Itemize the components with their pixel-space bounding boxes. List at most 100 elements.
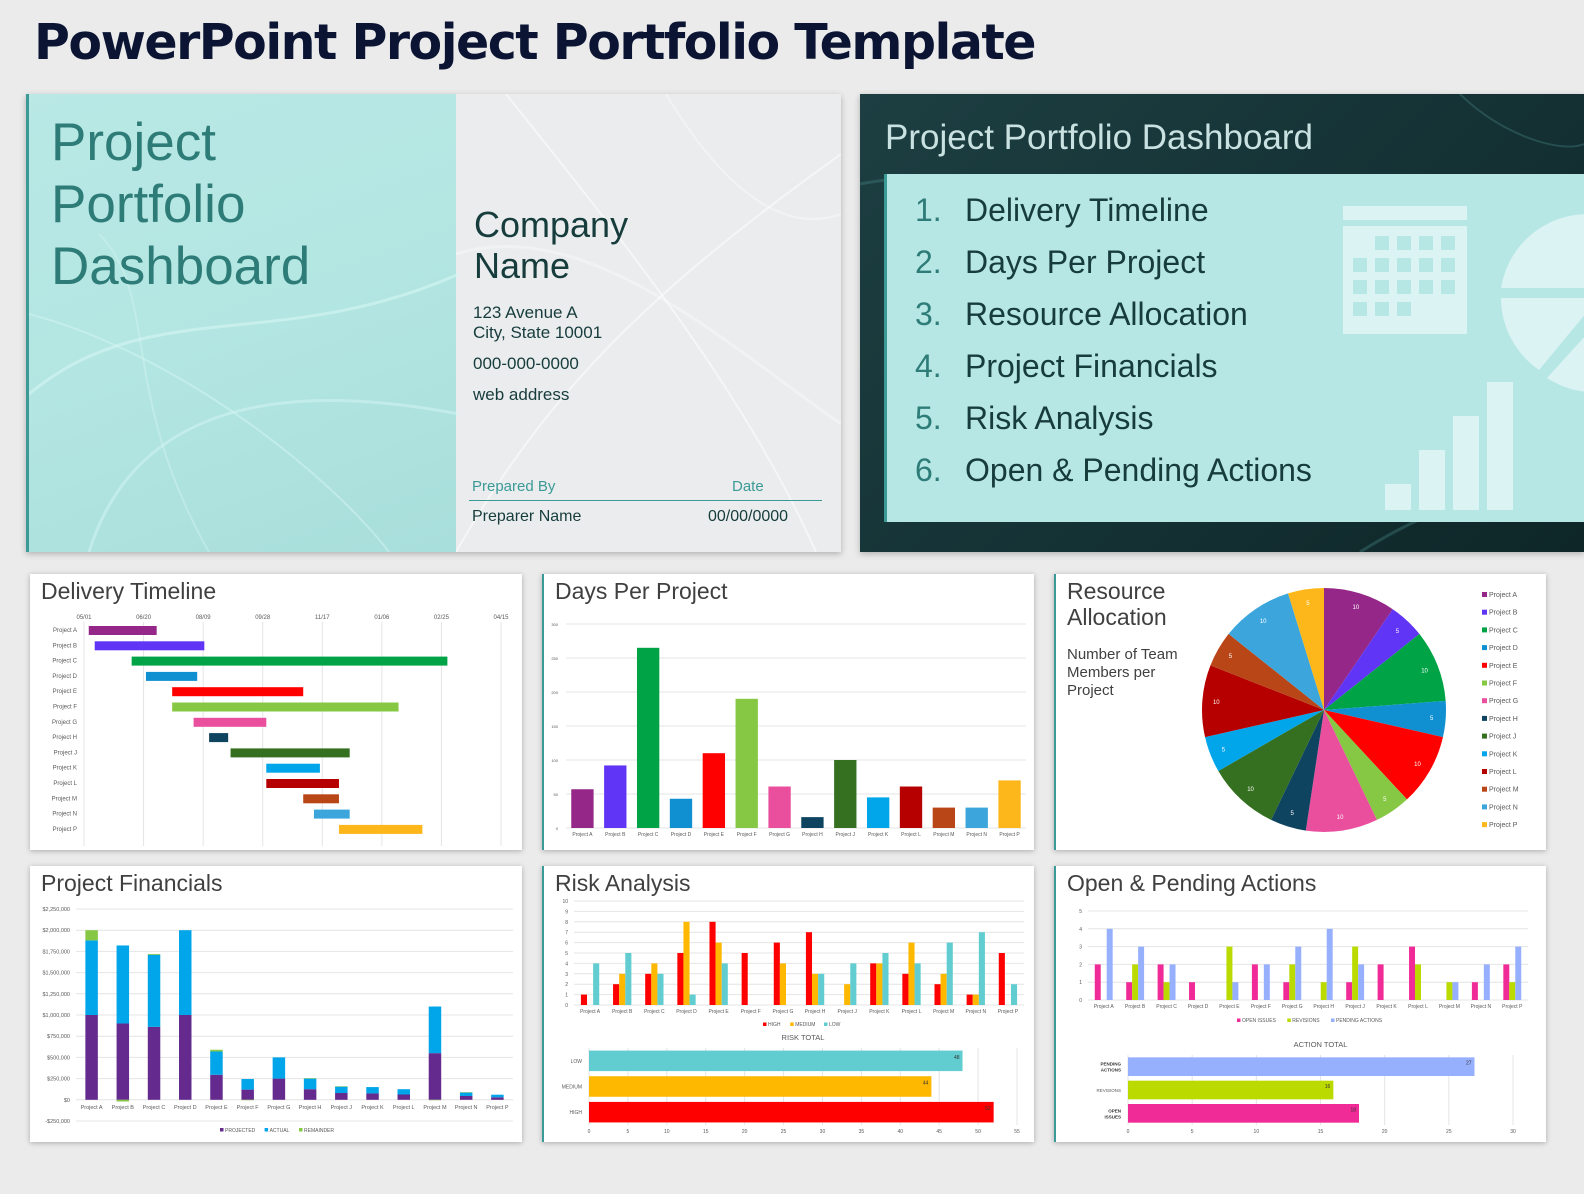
bar bbox=[818, 973, 825, 1005]
bar bbox=[1352, 946, 1359, 1000]
stacked-bar-segment bbox=[85, 940, 98, 1015]
agenda-item-delivery-timeline[interactable]: 1. Delivery Timeline bbox=[915, 192, 1209, 229]
x-tick-label: Project M bbox=[933, 1009, 954, 1015]
agenda-item-resource-allocation[interactable]: 3. Resource Allocation bbox=[915, 296, 1248, 333]
bar bbox=[1326, 928, 1333, 1000]
risk-charts: 012345678910Project A Project B Project CP… bbox=[562, 899, 1024, 1135]
data-label: 16 bbox=[1325, 1084, 1331, 1090]
stacked-bar-segment bbox=[210, 1049, 223, 1052]
legend-label: Project D bbox=[1489, 645, 1518, 652]
gantt-chart: 05/01 06/20 08/09 09/28 11/17 01/06 02/25 04/15… bbox=[52, 615, 509, 846]
legend-swatch bbox=[1482, 751, 1487, 757]
title-slide[interactable]: Project Portfolio Dashboard Company Name… bbox=[26, 94, 841, 552]
bar bbox=[1138, 946, 1145, 1000]
x-tick-label: Project B bbox=[112, 1105, 135, 1111]
bar bbox=[1226, 946, 1233, 1000]
y-tick-label: MEDIUM bbox=[562, 1085, 582, 1091]
legend-swatch bbox=[1482, 662, 1487, 668]
item-label: Open & Pending Actions bbox=[965, 452, 1312, 488]
x-tick-label: 20 bbox=[1382, 1129, 1388, 1135]
legend-swatch bbox=[790, 1022, 794, 1026]
bar bbox=[735, 698, 758, 828]
agenda-item-risk-analysis[interactable]: 5. Risk Analysis bbox=[915, 400, 1154, 437]
gantt-bar bbox=[88, 626, 157, 635]
stacked-bar-segment bbox=[179, 930, 192, 1015]
legend-swatch bbox=[1482, 804, 1487, 810]
stacked-bar-segment bbox=[147, 954, 161, 1027]
y-tick-label: 0 bbox=[556, 826, 559, 831]
legend-label: OPEN ISSUES bbox=[1242, 1018, 1277, 1024]
item-label: Delivery Timeline bbox=[965, 192, 1209, 228]
bar bbox=[657, 973, 664, 1005]
legend-label: Project E bbox=[1489, 663, 1518, 670]
agenda-item-project-financials[interactable]: 4. Project Financials bbox=[915, 348, 1218, 385]
legend-label: Project H bbox=[1489, 716, 1518, 723]
bar bbox=[683, 921, 690, 1005]
item-number: 6. bbox=[915, 452, 942, 488]
y-tick-label: Project L bbox=[53, 781, 77, 787]
legend-swatch bbox=[1482, 733, 1487, 739]
y-tick-label: Project C bbox=[52, 659, 77, 665]
x-tick-label: Project A bbox=[572, 832, 593, 838]
stacked-bar-segment bbox=[459, 1095, 473, 1100]
data-label: 10 bbox=[1247, 787, 1254, 793]
y-tick-label: Project A bbox=[53, 628, 77, 634]
bar bbox=[1483, 964, 1490, 1000]
company-line: Name bbox=[474, 245, 571, 286]
delivery-timeline-card[interactable]: Delivery Timeline 05/01 06/20 08/09 09/28 11… bbox=[30, 574, 522, 850]
legend-label: REVISIONS bbox=[1292, 1018, 1320, 1024]
legend-label: PENDING ACTIONS bbox=[1336, 1018, 1383, 1024]
title-line: Portfolio bbox=[51, 175, 246, 234]
legend-label: HIGH bbox=[768, 1022, 781, 1028]
y-tick-label: Project K bbox=[53, 766, 77, 772]
legend-swatch bbox=[1482, 680, 1487, 686]
bar bbox=[1128, 1104, 1359, 1123]
risk-analysis-card[interactable]: Risk Analysis 0 1 2 3 4 5 6 7 8 9 10 Project A Proje… bbox=[542, 866, 1034, 1142]
prepared-by-label: Prepared By bbox=[472, 478, 556, 495]
x-tick-label: 0 bbox=[1127, 1129, 1130, 1135]
item-label: Project Financials bbox=[965, 348, 1218, 384]
stacked-bar-segment bbox=[303, 1089, 317, 1100]
legend-swatch bbox=[264, 1128, 269, 1132]
gantt-bar bbox=[94, 641, 205, 651]
legend-label: Project M bbox=[1489, 787, 1519, 794]
pie-chart: 105105105105105105105Project AProject BP… bbox=[1202, 588, 1519, 832]
x-tick-label: Project C bbox=[644, 1009, 665, 1015]
legend-swatch bbox=[220, 1128, 224, 1132]
bar bbox=[934, 984, 941, 1005]
agenda-item-days-per-project[interactable]: 2. Days Per Project bbox=[915, 244, 1205, 281]
bar bbox=[908, 942, 915, 1005]
x-tick-label: Project A bbox=[1094, 1004, 1115, 1010]
resource-allocation-card[interactable]: Resource Allocation Number of Team Membe… bbox=[1054, 574, 1546, 850]
bar bbox=[1358, 964, 1365, 1000]
x-tick-label: 06/20 bbox=[136, 615, 152, 621]
project-financials-card[interactable]: Project Financials -$250,000 $0 $250,000 $5… bbox=[30, 866, 522, 1142]
legend-swatch bbox=[1482, 822, 1487, 828]
y-tick-label: 8 bbox=[565, 920, 568, 926]
y-tick-label: ACTIONS bbox=[1101, 1068, 1121, 1073]
bar bbox=[805, 932, 813, 1005]
legend-swatch bbox=[1482, 645, 1487, 651]
bar bbox=[1189, 982, 1196, 1000]
x-tick-label: 05/01 bbox=[76, 615, 92, 621]
days-per-project-card[interactable]: Days Per Project 0 50 100 150 200 250 300 Proje… bbox=[542, 574, 1034, 850]
legend-label: ACTUAL bbox=[270, 1128, 290, 1134]
bar bbox=[689, 994, 696, 1005]
bar bbox=[801, 817, 824, 828]
bar bbox=[870, 963, 877, 1005]
legend-swatch bbox=[1482, 715, 1487, 721]
data-label: 27 bbox=[1466, 1061, 1472, 1067]
stacked-bar-segment bbox=[116, 1023, 130, 1100]
x-tick-label: Project F bbox=[741, 1009, 761, 1015]
y-tick-label: -$250,000 bbox=[45, 1119, 70, 1125]
legend-swatch bbox=[1482, 592, 1487, 597]
financials-stacked-bar-chart: -$250,000 $0 $250,000 $500,000 $750,000 $1,00… bbox=[42, 907, 513, 1134]
agenda-item-open-pending-actions[interactable]: 6. Open & Pending Actions bbox=[915, 452, 1312, 489]
x-tick-label: 40 bbox=[897, 1129, 903, 1135]
open-pending-actions-card[interactable]: Open & Pending Actions 0 1 2 3 4 5 Project A Pr… bbox=[1054, 866, 1546, 1142]
agenda-slide[interactable]: Project Portfolio Dashboard 1. Delivery … bbox=[860, 94, 1584, 552]
bar bbox=[844, 984, 851, 1005]
y-tick-label: Project F bbox=[53, 705, 77, 711]
bar bbox=[1094, 964, 1101, 1000]
item-number: 4. bbox=[915, 348, 942, 384]
